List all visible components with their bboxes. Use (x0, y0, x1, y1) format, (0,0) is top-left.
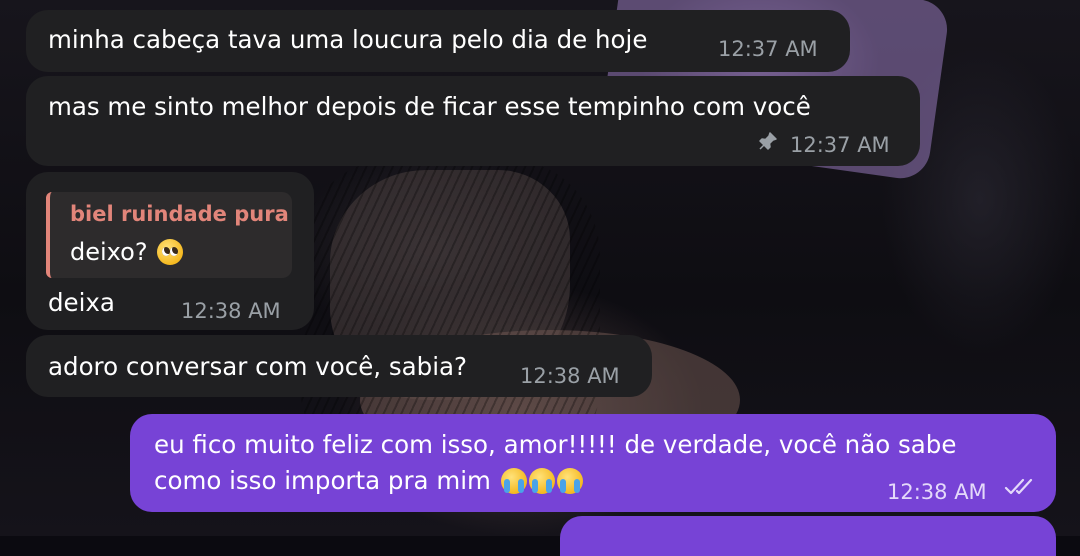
message-bubble-outgoing-partial[interactable] (560, 516, 1056, 556)
message-timestamp: 12:37 AM (790, 133, 890, 157)
reply-author: biel ruindade pura (70, 202, 289, 226)
message-text-line-2: como isso importa pra mim (154, 464, 583, 498)
message-timestamp: 12:38 AM (181, 299, 281, 323)
message-text-line-2-text: como isso importa pra mim (154, 466, 491, 495)
reply-text-line: deixo? (70, 238, 184, 266)
reply-quote[interactable]: biel ruindade pura deixo? (46, 192, 292, 278)
message-bubble-incoming[interactable]: mas me sinto melhor depois de ficar esse… (26, 76, 920, 166)
message-text: minha cabeça tava uma loucura pelo dia d… (48, 25, 648, 54)
pin-icon (759, 132, 777, 150)
pleading-face-emoji (157, 239, 184, 265)
message-timestamp: 12:38 AM (520, 364, 620, 388)
reply-text: deixo? (70, 238, 148, 266)
message-timestamp: 12:38 AM (887, 480, 987, 504)
message-text-line-1: eu fico muito feliz com isso, amor!!!!! … (154, 430, 957, 459)
message-bubble-outgoing[interactable]: eu fico muito feliz com isso, amor!!!!! … (130, 414, 1056, 512)
loudly-crying-face-emoji (528, 468, 555, 494)
message-text: adoro conversar com você, sabia? (48, 352, 468, 381)
message-bubble-incoming[interactable]: minha cabeça tava uma loucura pelo dia d… (26, 10, 850, 72)
message-timestamp: 12:37 AM (718, 37, 818, 61)
loudly-crying-face-emoji (500, 468, 527, 494)
message-bubble-incoming[interactable]: adoro conversar com você, sabia? 12:38 A… (26, 335, 652, 397)
message-text: deixa (48, 288, 115, 317)
message-text: mas me sinto melhor depois de ficar esse… (48, 92, 811, 121)
double-check-icon (1004, 478, 1033, 495)
loudly-crying-face-emoji (556, 468, 583, 494)
